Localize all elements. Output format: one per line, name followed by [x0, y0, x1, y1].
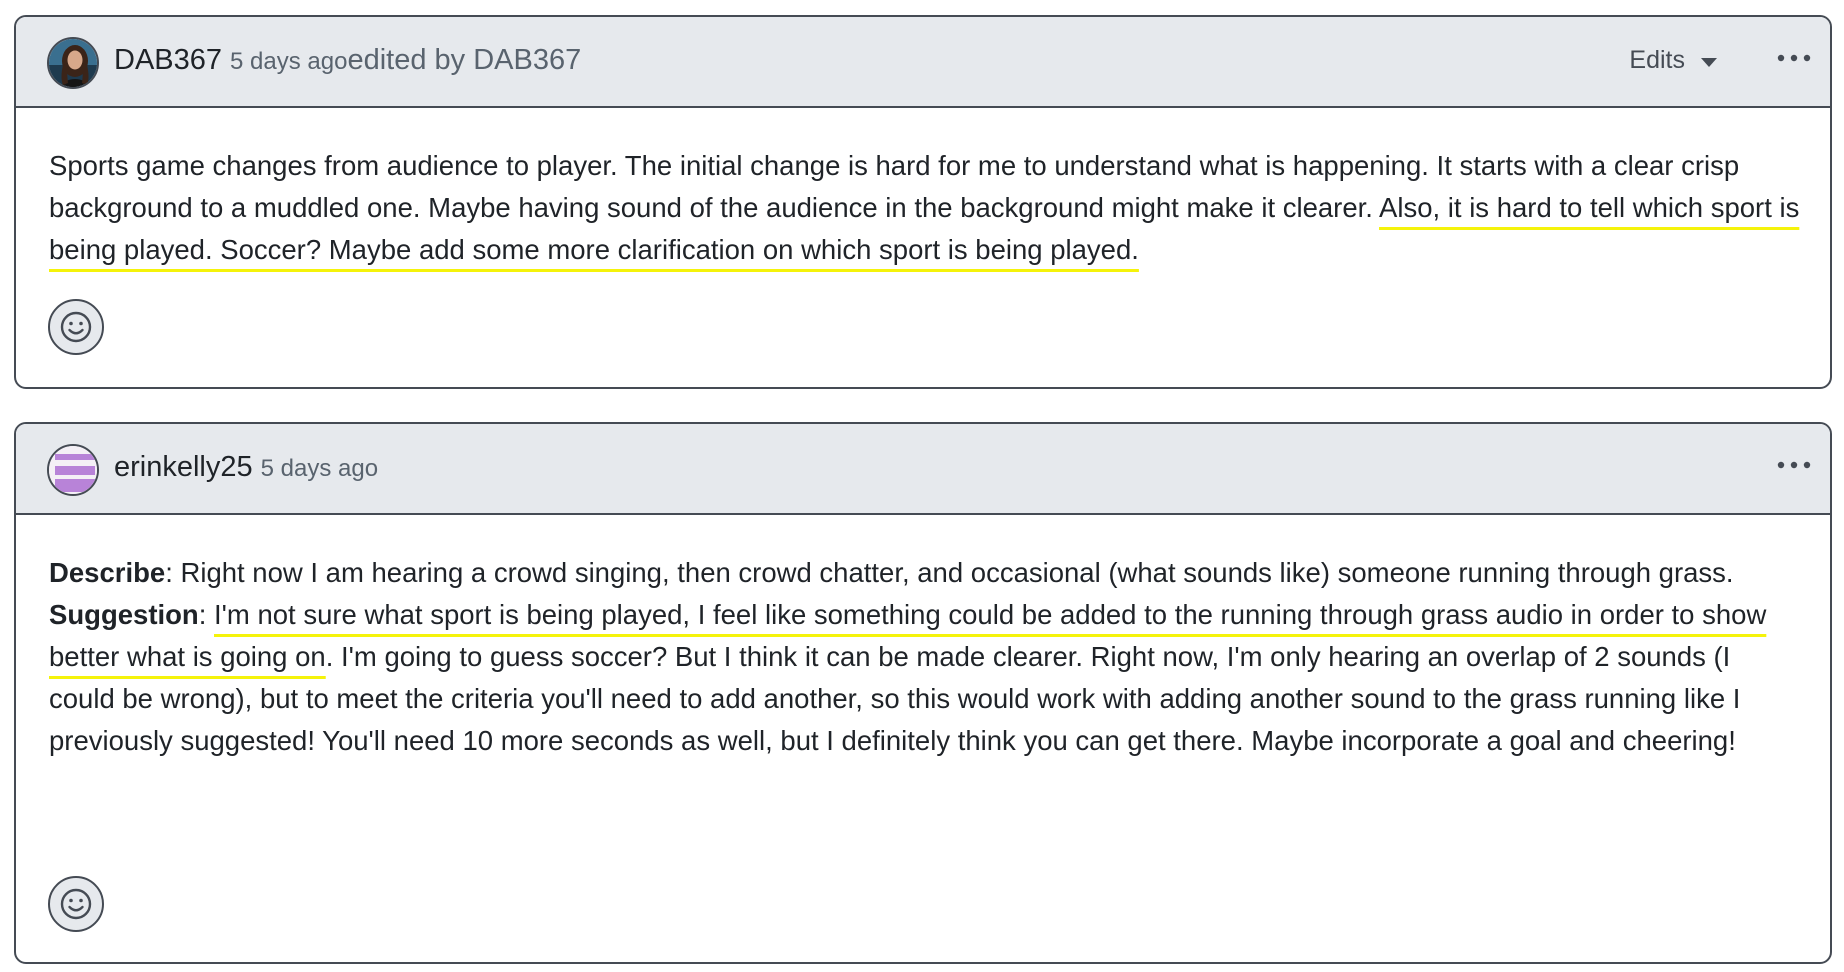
describe-paragraph: Describe: Right now I am hearing a crowd… [49, 552, 1802, 594]
edits-label: Edits [1629, 46, 1685, 74]
comment-card: erinkelly25 5 days ago Describe: Right no… [14, 422, 1832, 964]
comment-body: Describe: Right now I am hearing a crowd… [49, 552, 1802, 762]
author-name[interactable]: DAB367 [114, 44, 222, 76]
add-reaction-button[interactable] [48, 876, 104, 932]
kebab-horizontal-icon[interactable] [1776, 458, 1812, 472]
suggestion-separator: : [198, 599, 215, 630]
comment-card: DAB367 5 days agoedited by DAB367 Edits S… [14, 15, 1832, 389]
smiley-icon [60, 888, 92, 920]
comment-meta: DAB367 5 days agoedited by DAB367 [114, 44, 581, 77]
comment-header: erinkelly25 5 days ago [16, 424, 1830, 515]
add-reaction-button[interactable] [48, 299, 104, 355]
timestamp[interactable]: 5 days ago [261, 455, 378, 482]
describe-label: Describe [49, 557, 166, 588]
suggestion-label: Suggestion [49, 599, 199, 630]
timestamp[interactable]: 5 days ago [230, 48, 347, 75]
avatar[interactable] [47, 444, 99, 496]
kebab-horizontal-icon[interactable] [1776, 51, 1812, 65]
triangle-down-icon [1701, 57, 1717, 67]
comment-body: Sports game changes from audience to pla… [49, 145, 1802, 271]
suggestion-paragraph: Suggestion: I'm not sure what sport is b… [49, 594, 1802, 762]
describe-text: : Right now I am hearing a crowd singing… [165, 557, 1734, 588]
author-name[interactable]: erinkelly25 [114, 451, 253, 483]
edited-by-label: edited by DAB367 [347, 44, 582, 76]
smiley-icon [60, 311, 92, 343]
comment-meta: erinkelly25 5 days ago [114, 451, 378, 484]
comment-header: DAB367 5 days agoedited by DAB367 Edits [16, 17, 1830, 108]
edits-dropdown[interactable]: Edits [1629, 46, 1717, 75]
avatar[interactable] [47, 37, 99, 89]
